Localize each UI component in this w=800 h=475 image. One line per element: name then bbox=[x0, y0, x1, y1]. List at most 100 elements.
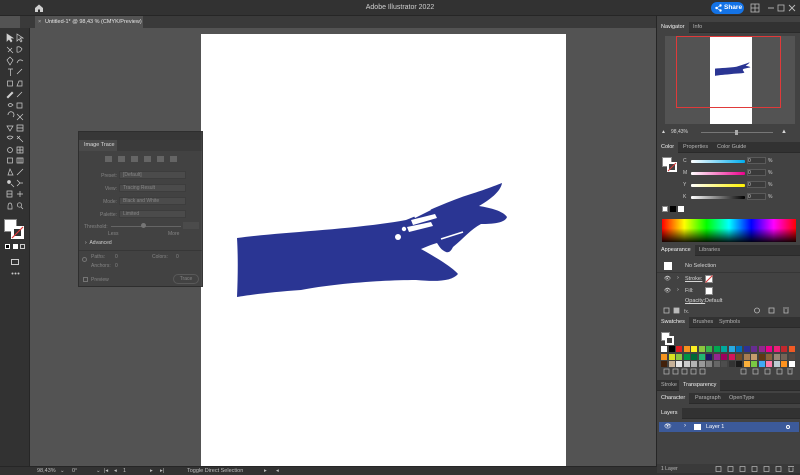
layer-expand-icon[interactable]: › bbox=[684, 423, 686, 429]
swatch-cell[interactable] bbox=[683, 361, 690, 367]
swatch-cell[interactable] bbox=[698, 346, 705, 352]
swatch-cell[interactable] bbox=[683, 346, 690, 352]
rotation-field[interactable]: 0° bbox=[72, 468, 77, 474]
swatch-cell[interactable] bbox=[743, 346, 750, 352]
tab-color[interactable]: Color bbox=[657, 142, 679, 153]
swatch-cell[interactable] bbox=[668, 353, 675, 360]
zoom-dropdown-icon[interactable]: ⌄ bbox=[60, 468, 65, 474]
preview-checkbox[interactable] bbox=[83, 277, 88, 282]
swatch-cell[interactable] bbox=[691, 353, 697, 360]
hand-artwork[interactable] bbox=[201, 34, 566, 466]
swatch-cell[interactable] bbox=[706, 361, 712, 367]
screen-mode-icon[interactable] bbox=[11, 259, 19, 265]
preset-select[interactable]: [Default] bbox=[119, 171, 186, 179]
swatch-cell[interactable] bbox=[781, 361, 787, 367]
swatch-cell[interactable] bbox=[788, 353, 795, 360]
swatch-cell[interactable] bbox=[721, 346, 727, 352]
swatch-cell[interactable] bbox=[743, 353, 750, 360]
swatch-cell[interactable] bbox=[743, 361, 750, 367]
swatch-cell[interactable] bbox=[698, 353, 705, 360]
tab-stroke[interactable]: Stroke bbox=[657, 380, 681, 391]
trace-button[interactable]: Trace bbox=[173, 274, 199, 284]
swatches-fill-stroke[interactable] bbox=[661, 332, 675, 346]
swatch-cell[interactable] bbox=[698, 361, 705, 367]
swatch-cell[interactable] bbox=[788, 346, 795, 352]
swatch-cell[interactable] bbox=[758, 361, 765, 367]
layer-row[interactable]: 👁 › Layer 1 bbox=[659, 422, 799, 432]
tab-opentype[interactable]: OpenType bbox=[725, 393, 758, 404]
swatch-cell[interactable] bbox=[736, 353, 742, 360]
swatch-cell[interactable] bbox=[773, 346, 780, 352]
tab-info[interactable]: Info bbox=[689, 22, 706, 33]
color-fill-stroke[interactable] bbox=[662, 157, 678, 173]
hand-shape[interactable] bbox=[237, 183, 507, 297]
status-menu-icon[interactable]: ◂ bbox=[276, 468, 279, 474]
layer-name[interactable]: Layer 1 bbox=[706, 424, 724, 430]
swatch-cell[interactable] bbox=[713, 353, 720, 360]
tab-brushes[interactable]: Brushes bbox=[689, 317, 717, 328]
swatch-cell[interactable] bbox=[766, 353, 772, 360]
tab-layers[interactable]: Layers bbox=[657, 408, 682, 419]
swatch-cell[interactable] bbox=[773, 361, 780, 367]
artboard[interactable] bbox=[201, 34, 566, 466]
prev-artboard-icon[interactable]: ◂ bbox=[114, 468, 117, 474]
navigator-zoom-thumb[interactable] bbox=[735, 130, 738, 135]
next-artboard-icon[interactable]: ▸ bbox=[150, 468, 153, 474]
tab-symbols[interactable]: Symbols bbox=[715, 317, 744, 328]
swatch-cell[interactable] bbox=[713, 361, 720, 367]
status-arrow-icon[interactable]: ▸ bbox=[264, 468, 267, 474]
cyan-slider[interactable] bbox=[691, 160, 745, 163]
swatch-cell[interactable] bbox=[788, 361, 795, 367]
black-swatch-quick[interactable] bbox=[670, 206, 676, 212]
swatch-cell[interactable] bbox=[661, 361, 667, 367]
zoom-field[interactable]: 98,43% bbox=[37, 468, 56, 474]
threshold-slider[interactable] bbox=[111, 226, 181, 227]
layer-visibility-icon[interactable]: 👁 bbox=[664, 423, 672, 430]
advanced-toggle[interactable]: › Advanced bbox=[85, 240, 112, 246]
swatch-cell[interactable] bbox=[706, 346, 712, 352]
swatch-cell[interactable] bbox=[751, 346, 757, 352]
fill-white-swatch[interactable] bbox=[705, 287, 713, 295]
tab-color-guide[interactable]: Color Guide bbox=[713, 142, 750, 153]
palette-select[interactable]: Limited bbox=[119, 210, 186, 218]
zoom-out-icon[interactable]: ▲ bbox=[661, 129, 666, 135]
swatch-cell[interactable] bbox=[721, 353, 727, 360]
swatch-cell[interactable] bbox=[751, 353, 757, 360]
swatch-cell[interactable] bbox=[661, 353, 667, 360]
swatch-cell[interactable] bbox=[676, 353, 682, 360]
tab-transparency[interactable]: Transparency bbox=[679, 380, 721, 391]
maximize-icon[interactable] bbox=[776, 3, 786, 13]
threshold-value-field[interactable] bbox=[183, 222, 199, 229]
yellow-slider[interactable] bbox=[691, 184, 745, 187]
navigator-preview[interactable] bbox=[665, 36, 795, 124]
tab-properties[interactable]: Properties bbox=[679, 142, 712, 153]
swatch-cell[interactable] bbox=[706, 353, 712, 360]
swatch-cell[interactable] bbox=[661, 346, 667, 352]
chevron-right-icon[interactable]: › bbox=[677, 275, 679, 281]
rotation-dropdown-icon[interactable]: ⌄ bbox=[96, 468, 101, 474]
appearance-stroke-row[interactable]: 👁 › Stroke: bbox=[657, 273, 800, 285]
swatch-cell[interactable] bbox=[781, 346, 787, 352]
gradient-mode-icon[interactable] bbox=[20, 244, 25, 249]
color-mode-icon[interactable] bbox=[13, 244, 18, 249]
swatch-cell[interactable] bbox=[721, 361, 727, 367]
swatch-cell[interactable] bbox=[758, 346, 765, 352]
arrange-documents-icon[interactable] bbox=[750, 3, 760, 13]
chevron-right-icon[interactable]: › bbox=[677, 287, 679, 293]
last-artboard-icon[interactable]: ▸| bbox=[160, 468, 164, 474]
white-swatch-quick[interactable] bbox=[678, 206, 684, 212]
more-tools-icon[interactable] bbox=[11, 272, 20, 275]
swatch-cell[interactable] bbox=[736, 361, 742, 367]
color-spectrum[interactable] bbox=[662, 219, 796, 242]
magenta-slider[interactable] bbox=[691, 172, 745, 175]
swatch-cell[interactable] bbox=[728, 361, 735, 367]
close-tab-icon[interactable]: × bbox=[38, 16, 41, 28]
swatch-cell[interactable] bbox=[751, 361, 757, 367]
share-button[interactable]: Share bbox=[711, 2, 744, 14]
swatch-cell[interactable] bbox=[668, 346, 675, 352]
tab-swatches[interactable]: Swatches bbox=[657, 317, 689, 328]
swatch-cell[interactable] bbox=[691, 361, 697, 367]
navigator-view-frame[interactable] bbox=[676, 36, 781, 108]
swatch-cell[interactable] bbox=[668, 361, 675, 367]
image-trace-tab[interactable]: Image Trace bbox=[79, 140, 117, 151]
